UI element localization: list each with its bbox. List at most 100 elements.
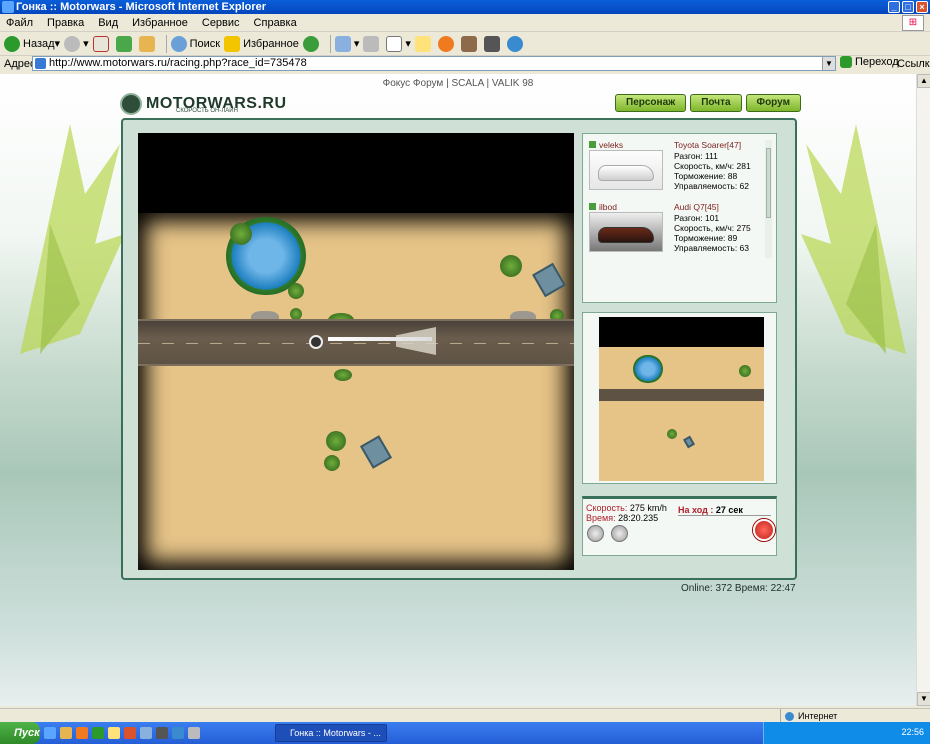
race-status-panel: Скорость: 275 km/h Время: 28:20.235 На х… (582, 496, 777, 556)
scroll-thumb[interactable] (766, 148, 771, 218)
explorer-icon[interactable] (60, 727, 72, 739)
scroll-up-button[interactable]: ▲ (917, 74, 930, 88)
go-button[interactable]: Переход (840, 56, 899, 68)
turn-timer: На ход : 27 сек (678, 505, 771, 516)
search-icon (170, 35, 187, 52)
race-map[interactable] (138, 133, 574, 570)
players-scrollbar[interactable] (765, 140, 772, 258)
print-button[interactable] (363, 34, 382, 54)
app-icon[interactable] (156, 727, 168, 739)
car-image (589, 212, 663, 252)
car-model-link[interactable]: Audi Q7[45] (674, 202, 719, 212)
nav-forum-button[interactable]: Форум (745, 94, 801, 112)
player-name-link[interactable]: ilbod (589, 202, 617, 212)
site-logo[interactable]: MOTORWARS.RU СКОРОСТЬ ОН-ЛАЙН (120, 93, 287, 115)
minimize-button[interactable]: _ (888, 1, 900, 13)
brake-button[interactable] (611, 525, 628, 542)
ie-icon (2, 1, 14, 13)
media-button[interactable] (302, 34, 322, 54)
nitro-button[interactable] (587, 525, 604, 542)
zone-indicator: Интернет (780, 709, 837, 723)
refresh-icon (115, 35, 132, 52)
car-stat: Торможение: 88 (674, 171, 738, 181)
note-icon (414, 35, 431, 52)
players-panel: veleks Toyota Soarer[47] Разгон: 111 Ско… (582, 133, 777, 303)
player-car[interactable] (309, 335, 323, 349)
favorites-button[interactable]: Избранное (224, 34, 299, 54)
car-stat: Торможение: 89 (674, 233, 738, 243)
address-dropdown-button[interactable]: ▼ (822, 57, 835, 70)
page-scrollbar[interactable]: ▲ ▼ (916, 74, 930, 706)
app-icon[interactable] (172, 727, 184, 739)
car-stat: Управляемость: 63 (674, 243, 750, 253)
messenger-button[interactable] (506, 34, 526, 54)
at-icon (437, 35, 454, 52)
go-arrow-icon (840, 56, 852, 68)
player-name-link[interactable]: veleks (589, 140, 623, 150)
menu-help[interactable]: Справка (254, 17, 297, 29)
forward-button[interactable]: ▾ (64, 34, 89, 54)
minimap-panel (582, 312, 777, 484)
address-input[interactable]: http://www.motorwars.ru/racing.php?race_… (32, 56, 836, 71)
toolbar: Назад ▾ ▾ Поиск Избранное ▾ ▾ (0, 32, 930, 56)
car-model-link[interactable]: Toyota Soarer[47] (674, 140, 741, 150)
time-readout: Время: 28:20.235 (586, 513, 659, 523)
ext2-button[interactable] (483, 34, 503, 54)
home-button[interactable] (138, 34, 158, 54)
close-button[interactable]: × (916, 1, 928, 13)
bush (334, 369, 352, 381)
address-bar: Адрес: http://www.motorwars.ru/racing.ph… (0, 56, 930, 72)
film-icon (483, 35, 500, 52)
system-tray: 22:56 (763, 722, 930, 744)
site-nav: Персонаж Почта Форум (615, 94, 801, 112)
edit-button[interactable]: ▾ (386, 34, 411, 54)
app-icon[interactable] (188, 727, 200, 739)
extension-icon (460, 35, 477, 52)
word-icon (386, 35, 403, 52)
back-button[interactable]: Назад ▾ (4, 34, 60, 54)
menu-favorites[interactable]: Избранное (132, 17, 188, 29)
minimap-lake (633, 355, 663, 383)
minimap[interactable] (599, 317, 764, 481)
menu-edit[interactable]: Правка (47, 17, 84, 29)
tree (288, 283, 304, 299)
race-road (138, 319, 574, 366)
globe-icon (785, 711, 794, 721)
desktop-icon[interactable] (44, 727, 56, 739)
menu-tools[interactable]: Сервис (202, 17, 240, 29)
address-url: http://www.motorwars.ru/racing.php?race_… (49, 57, 307, 69)
nav-mail-button[interactable]: Почта (690, 94, 742, 112)
top-links[interactable]: Фокус Форум | SCALA | VALIK 98 (0, 78, 916, 89)
nav-character-button[interactable]: Персонаж (615, 94, 687, 112)
search-button[interactable]: Поиск (170, 34, 220, 54)
app-icon[interactable] (76, 727, 88, 739)
links-button[interactable]: Ссылки (897, 58, 930, 70)
refresh-button[interactable] (115, 34, 135, 54)
taskbar-ie-window[interactable]: Гонка :: Motorwars - ... (275, 724, 387, 742)
app-icon[interactable] (108, 727, 120, 739)
menu-view[interactable]: Вид (98, 17, 118, 29)
scroll-down-button[interactable]: ▼ (917, 692, 930, 706)
app-icon[interactable] (140, 727, 152, 739)
app-icon[interactable] (124, 727, 136, 739)
mail-icon (334, 35, 351, 52)
taskbar: Пуск Гонка :: Motorwars - ... 22:56 (0, 722, 930, 744)
clock: 22:56 (901, 727, 924, 737)
mailru-button[interactable] (437, 34, 457, 54)
media-icon (302, 35, 319, 52)
app-icon[interactable] (92, 727, 104, 739)
game-frame: veleks Toyota Soarer[47] Разгон: 111 Ско… (121, 118, 797, 580)
start-button[interactable]: Пуск (0, 722, 40, 744)
mail-button[interactable]: ▾ (334, 34, 359, 54)
player-status-icon (589, 141, 596, 148)
forward-arrow-icon (64, 35, 81, 52)
stop-button[interactable] (92, 34, 112, 54)
maximize-button[interactable]: □ (902, 1, 914, 13)
discuss-button[interactable] (414, 34, 434, 54)
browser-window: Гонка :: Motorwars - Microsoft Internet … (0, 0, 930, 744)
speed-readout: Скорость: 275 km/h (586, 503, 667, 513)
forbidden-stop-icon[interactable] (753, 519, 775, 541)
menu-file[interactable]: Файл (6, 17, 33, 29)
ext1-button[interactable] (460, 34, 480, 54)
menu-bar: Файл Правка Вид Избранное Сервис Справка (0, 14, 930, 32)
